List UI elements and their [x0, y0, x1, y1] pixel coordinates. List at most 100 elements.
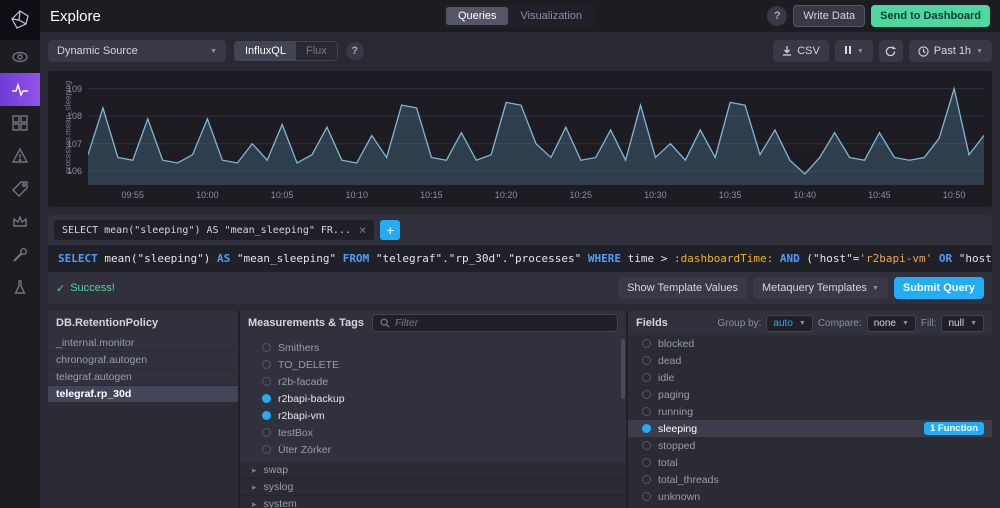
- unchecked-dot-icon[interactable]: [642, 492, 651, 501]
- measurement-filter-input[interactable]: [394, 317, 610, 329]
- db-column-title: DB.RetentionPolicy: [56, 317, 159, 329]
- field-item[interactable]: total: [628, 454, 992, 471]
- x-axis-tick: 10:10: [345, 190, 369, 200]
- sidebar-item-dashboards[interactable]: [0, 106, 40, 139]
- pause-icon: [844, 45, 852, 57]
- checked-dot-icon[interactable]: [262, 411, 271, 420]
- query-tab[interactable]: SELECT mean("sleeping") AS "mean_sleepin…: [54, 220, 375, 240]
- search-icon: [380, 318, 390, 328]
- unchecked-dot-icon[interactable]: [262, 428, 271, 437]
- sidebar-item-status[interactable]: [0, 271, 40, 304]
- unchecked-dot-icon[interactable]: [642, 407, 651, 416]
- measurement-item[interactable]: ▸ swap: [240, 462, 626, 479]
- page-header: Explore Queries Visualization ? Write Da…: [40, 0, 1000, 32]
- db-rp-item[interactable]: chronograf.autogen: [48, 352, 238, 368]
- influxql-button[interactable]: InfluxQL: [235, 42, 296, 60]
- scrollbar[interactable]: [621, 339, 625, 399]
- query-token: WHERE: [587, 252, 628, 265]
- field-item[interactable]: dead: [628, 352, 992, 369]
- sidebar-item-host-list[interactable]: [0, 40, 40, 73]
- tag-icon: [12, 180, 28, 197]
- sidebar-item-data-explorer[interactable]: [0, 73, 40, 106]
- unchecked-dot-icon[interactable]: [642, 356, 651, 365]
- unchecked-dot-icon[interactable]: [642, 441, 651, 450]
- compare-dropdown[interactable]: none ▼: [866, 314, 916, 332]
- chevron-right-icon: ▸: [252, 481, 257, 492]
- close-icon[interactable]: ×: [359, 223, 366, 237]
- source-dropdown[interactable]: Dynamic Source ▼: [48, 40, 226, 62]
- query-token: AS: [216, 252, 237, 265]
- measurement-filter: [371, 314, 618, 332]
- fields-list: blocked dead idle paging running sleeping 1 Fu…: [628, 335, 992, 508]
- field-item[interactable]: idle: [628, 369, 992, 386]
- write-data-button[interactable]: Write Data: [793, 5, 866, 27]
- tag-value-item[interactable]: testBox: [240, 424, 626, 441]
- tab-queries[interactable]: Queries: [445, 7, 509, 25]
- time-range-dropdown[interactable]: Past 1h ▼: [908, 40, 992, 62]
- field-label: dead: [658, 354, 682, 367]
- sidebar-item-log-viewer[interactable]: [0, 172, 40, 205]
- content: Dynamic Source ▼ InfluxQL Flux ? CSV ▼ P…: [40, 32, 1000, 508]
- unchecked-dot-icon[interactable]: [262, 445, 271, 454]
- sidebar-item-alerting[interactable]: [0, 139, 40, 172]
- field-item[interactable]: sleeping 1 Function: [628, 420, 992, 437]
- query-token: [932, 252, 939, 265]
- tag-value-item[interactable]: r2b-facade: [240, 373, 626, 390]
- sidebar-item-admin[interactable]: [0, 205, 40, 238]
- field-item[interactable]: blocked: [628, 335, 992, 352]
- metaquery-templates-dropdown[interactable]: Metaquery Templates ▼: [752, 277, 888, 299]
- checked-dot-icon[interactable]: [642, 424, 651, 433]
- db-rp-item[interactable]: telegraf.autogen: [48, 369, 238, 385]
- tag-value-item[interactable]: r2bapi-vm: [240, 407, 626, 424]
- measurement-label: system: [263, 498, 297, 508]
- unchecked-dot-icon[interactable]: [642, 390, 651, 399]
- chart-x-ticks: 09:55 10:00 10:05 10:10 10:15 10:20 10:25 10:30…: [88, 190, 984, 202]
- unchecked-dot-icon[interactable]: [642, 339, 651, 348]
- field-item[interactable]: paging: [628, 386, 992, 403]
- tab-visualization[interactable]: Visualization: [508, 7, 594, 25]
- db-rp-item[interactable]: _internal.monitor: [48, 335, 238, 351]
- groupby-dropdown[interactable]: auto ▼: [766, 314, 813, 332]
- function-count-badge[interactable]: 1 Function: [923, 422, 984, 435]
- refresh-button[interactable]: [878, 40, 903, 62]
- help-button[interactable]: ?: [767, 6, 788, 26]
- x-axis-tick: 10:30: [644, 190, 667, 200]
- fill-dropdown[interactable]: null ▼: [941, 314, 984, 332]
- db-column-header: DB.RetentionPolicy: [48, 311, 238, 335]
- page-title: Explore: [50, 7, 101, 25]
- send-to-dashboard-button[interactable]: Send to Dashboard: [871, 5, 990, 27]
- x-axis-tick: 10:15: [420, 190, 443, 200]
- field-item[interactable]: unknown: [628, 488, 992, 505]
- field-item[interactable]: stopped: [628, 437, 992, 454]
- sidebar-item-configuration[interactable]: [0, 238, 40, 271]
- download-csv-button[interactable]: CSV: [773, 40, 829, 62]
- compare-label: Compare:: [817, 317, 862, 329]
- app-logo[interactable]: [0, 0, 40, 40]
- pause-refresh-dropdown[interactable]: ▼: [834, 40, 873, 62]
- language-help-button[interactable]: ?: [345, 42, 364, 60]
- measurement-item[interactable]: ▸ system: [240, 496, 626, 508]
- field-item[interactable]: total_threads: [628, 471, 992, 488]
- measurement-item[interactable]: ▸ syslog: [240, 479, 626, 496]
- chevron-down-icon: ▼: [210, 47, 217, 55]
- field-item[interactable]: running: [628, 403, 992, 420]
- chart-plot-area[interactable]: [88, 79, 984, 185]
- unchecked-dot-icon[interactable]: [642, 458, 651, 467]
- tag-value-item[interactable]: r2bapi-backup: [240, 390, 626, 407]
- tag-value-item[interactable]: Smithers: [240, 339, 626, 356]
- tag-value-item[interactable]: Üter Zörker: [240, 441, 626, 458]
- show-template-values-button[interactable]: Show Template Values: [618, 277, 747, 299]
- add-query-button[interactable]: +: [380, 220, 401, 240]
- unchecked-dot-icon[interactable]: [642, 373, 651, 382]
- unchecked-dot-icon[interactable]: [262, 377, 271, 386]
- unchecked-dot-icon[interactable]: [262, 360, 271, 369]
- submit-query-button[interactable]: Submit Query: [893, 277, 984, 299]
- measurements-list: ▸swap▸syslog▸system▸vehicle_state: [240, 462, 626, 508]
- checked-dot-icon[interactable]: [262, 394, 271, 403]
- query-editor-input[interactable]: SELECT mean("sleeping") AS "mean_sleepin…: [48, 245, 992, 272]
- unchecked-dot-icon[interactable]: [642, 475, 651, 484]
- tag-value-item[interactable]: TO_DELETE: [240, 356, 626, 373]
- flux-button[interactable]: Flux: [296, 42, 337, 60]
- db-rp-item[interactable]: telegraf.rp_30d: [48, 386, 238, 402]
- unchecked-dot-icon[interactable]: [262, 343, 271, 352]
